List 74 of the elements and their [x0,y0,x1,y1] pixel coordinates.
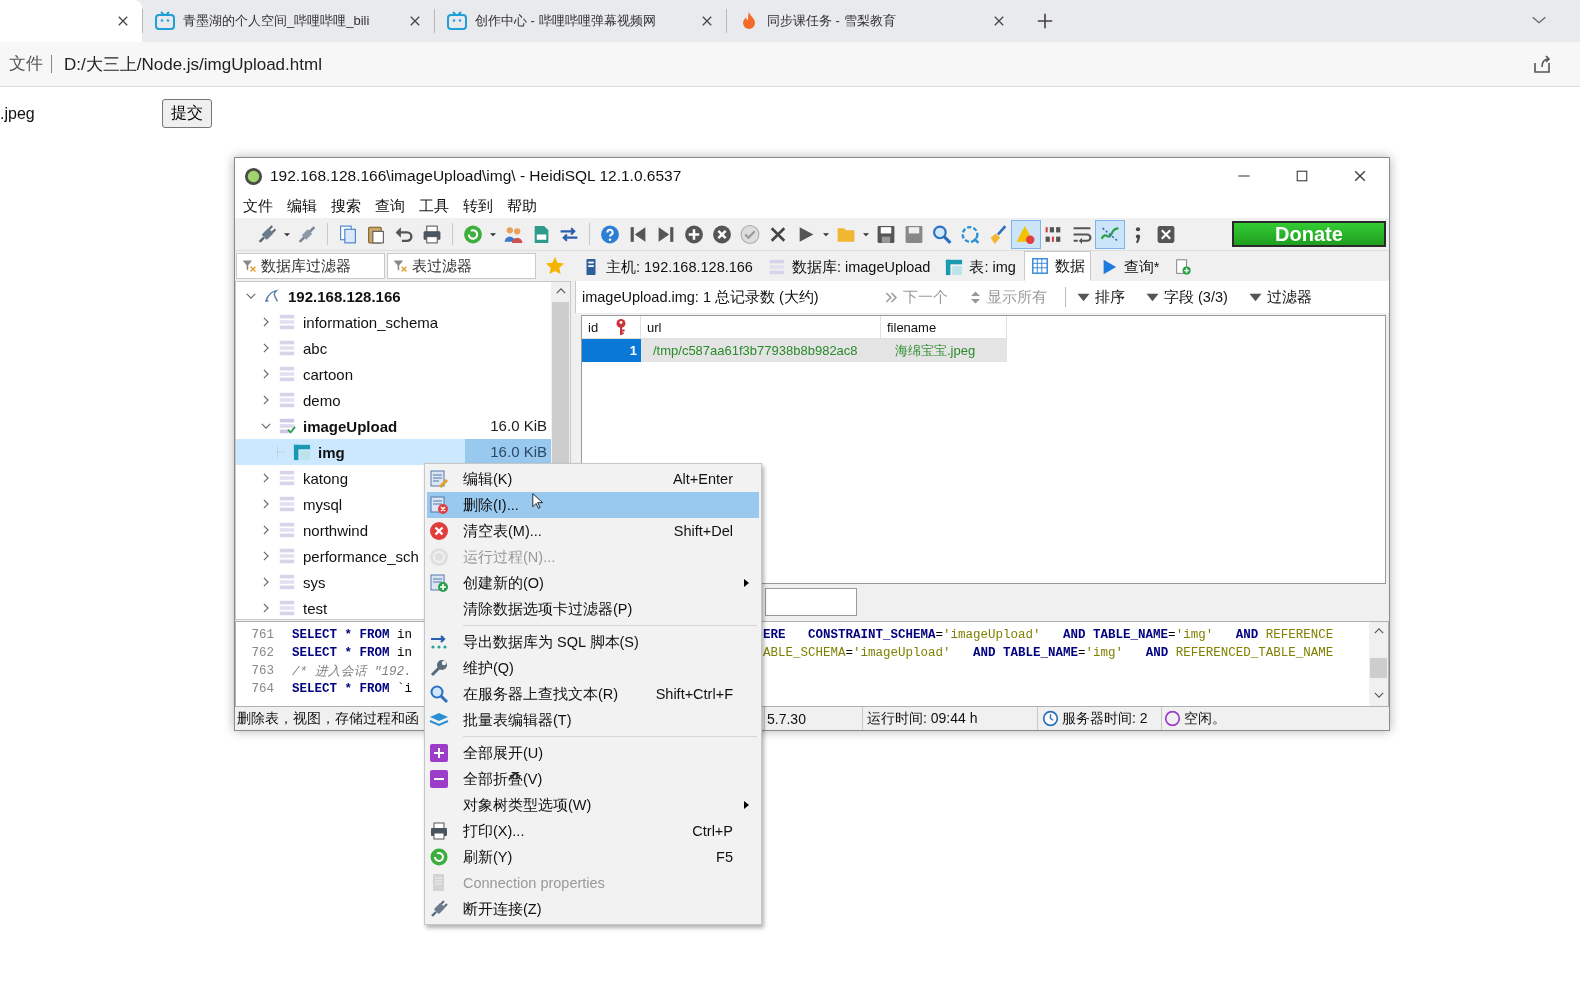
tab[interactable]: 查询* [1092,253,1166,281]
menu-item[interactable]: 文件 [236,196,280,216]
menu-item[interactable]: 删除(I)... [427,492,759,518]
tree-item[interactable]: 192.168.128.166 [236,283,551,309]
line-number: 763 [250,664,274,678]
table-row[interactable]: 1 /tmp/c587aa61f3b77938b8b982ac8 海绵宝宝.jpeg [582,339,1385,362]
menu-item[interactable]: 刷新(Y) F5 [427,844,759,870]
line-number: 764 [250,682,274,696]
browser-tab[interactable]: 同步课任务 - 雪梨教育 [726,9,1018,33]
scheme-label: 文件 [9,55,52,73]
tab[interactable]: 数据库: imageUpload [760,253,937,281]
status-text: 空闲。 [1184,709,1226,728]
code-line: ERE CONSTRAINT_SCHEMA='imageUpload' AND TABLE_NAME='img' AND REFERENCE [763,628,1334,642]
menu-item[interactable]: 断开连接(Z) [427,896,759,922]
line-number: 762 [250,646,274,660]
file-name: .jpeg [0,104,36,123]
menu-item[interactable]: 转到 [456,196,500,216]
menu-item[interactable]: 工具 [412,196,456,216]
size-label: 16.0 KiB [465,439,551,465]
menu-item[interactable]: 全部折叠(V) [427,766,759,792]
menu-item[interactable]: 编辑(K) Alt+Enter [427,466,759,492]
menu-item[interactable]: 全部展开(U) [427,740,759,766]
size-label: 16.0 KiB [489,416,548,436]
tab[interactable]: 主机: 192.168.128.166 [575,253,759,281]
menu-item[interactable]: 帮助 [500,196,544,216]
menu-item[interactable]: 对象树类型选项(W) [427,792,759,818]
window-title: 192.168.128.166\imageUpload\img\ - HeidiSQL 12.1.0.6537 [270,167,682,185]
toolbar-button[interactable]: 排序 [1070,287,1139,307]
menu-item[interactable]: 搜索 [324,196,368,216]
shortcut-text: Alt+Enter [672,471,733,487]
tree-item[interactable]: information_schema [236,309,551,335]
record-count: imageUpload.img: 1 总记录数 (大约) [582,287,820,307]
filter-field[interactable]: 数据库过滤器 [236,253,385,279]
code-line: /* 进入会话 "192. [292,664,412,679]
menu-item[interactable]: 清除数据选项卡过滤器(P) [427,596,759,622]
menu-item[interactable]: 清空表(M)... Shift+Del [427,518,759,544]
line-number: 761 [250,628,274,642]
tab[interactable]: 表: img [938,253,1022,281]
filter-field[interactable]: 表过滤器 [387,253,536,279]
shortcut-text: F5 [716,849,733,865]
browser-tab[interactable]: 创作中心 - 哔哩哔哩弹幕视频网 [434,9,726,33]
status-text: 服务器时间: 2 [1062,709,1148,728]
code-line: SELECT * FROM `i [292,682,413,696]
menu-item[interactable]: 批量表编辑器(T) [427,707,759,733]
shortcut-text: Ctrl+P [692,823,733,839]
code-line: ABLE_SCHEMA='imageUpload' AND TABLE_NAME='img' AND REFERENCED_TABLE_NAME [763,646,1334,660]
status-text: 删除表，视图，存储过程和函 [237,709,419,728]
toolbar-button[interactable]: 过滤器 [1241,287,1326,307]
menu-item[interactable]: 创建新的(O) [427,570,759,596]
menu-item[interactable]: 查询 [368,196,412,216]
tree-item[interactable]: abc [236,335,551,361]
browser-tab[interactable]: 青墨湖的个人空间_哔哩哔哩_bili [142,9,434,33]
code-line: SELECT * FROM in [292,628,413,642]
menu-item[interactable]: 导出数据库为 SQL 脚本(S) [427,629,759,655]
code-line: SELECT * FROM in [292,646,413,660]
address-field[interactable]: D:/大三上/Node.js/imgUpload.html [64,52,322,76]
submit-button[interactable]: 提交 [162,99,212,128]
toolbar-button[interactable]: 字段 (3/3) [1139,287,1242,307]
shortcut-text: Shift+Ctrl+F [655,686,733,702]
status-text: 运行时间: 09:44 h [867,709,978,728]
tab[interactable]: 数据 [1023,251,1091,281]
shortcut-text: Shift+Del [673,523,733,539]
menu-item[interactable]: 在服务器上查找文本(R) Shift+Ctrl+F [427,681,759,707]
tree-item[interactable]: img 16.0 KiB [236,439,551,465]
menu-item[interactable]: 维护(Q) [427,655,759,681]
tree-item[interactable]: imageUpload 16.0 KiB [236,413,551,439]
menu-item[interactable]: 打印(X)... Ctrl+P [427,818,759,844]
tree-item[interactable]: demo [236,387,551,413]
status-text: 5.7.30 [767,710,806,727]
table-cell[interactable]: 1 [582,339,641,362]
table-cell[interactable]: /tmp/c587aa61f3b77938b8b982ac8 [641,339,881,362]
menu-item[interactable]: 编辑 [280,196,324,216]
table-cell[interactable]: 海绵宝宝.jpeg [881,339,1007,362]
tree-item[interactable]: cartoon [236,361,551,387]
